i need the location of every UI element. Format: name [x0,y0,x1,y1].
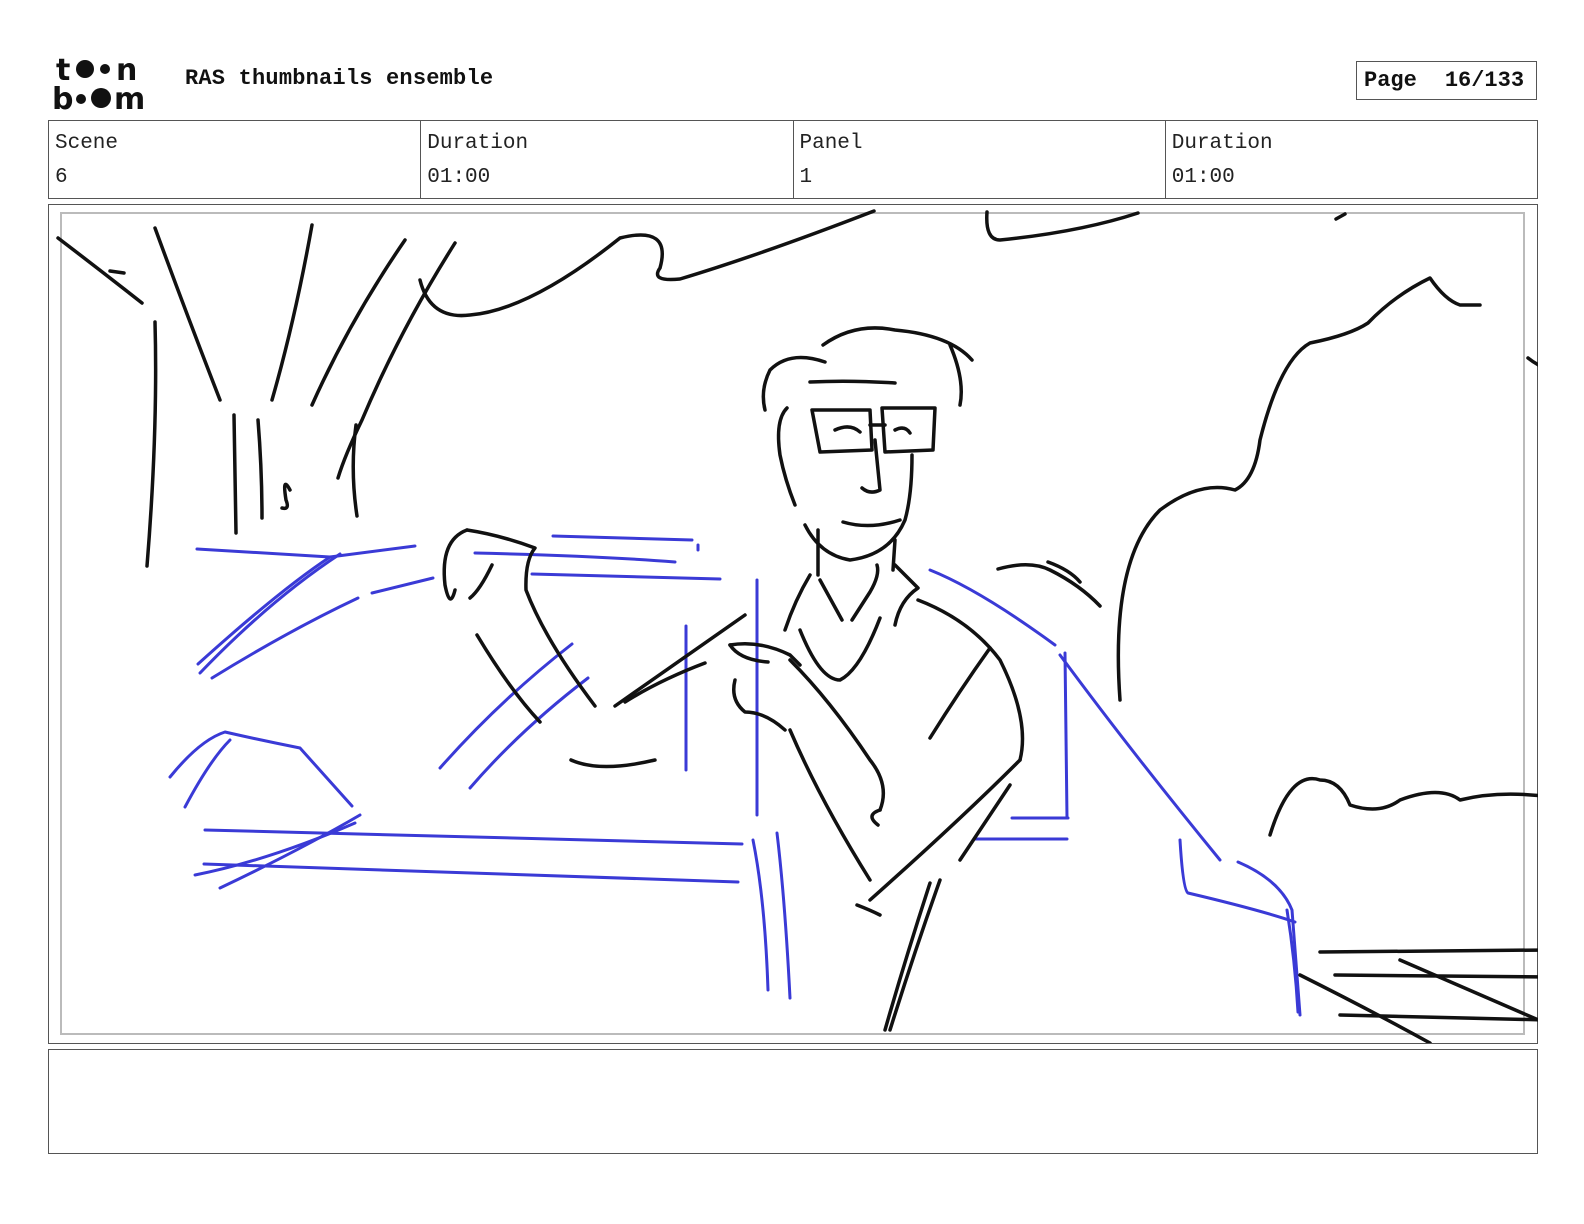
car-construction-lines [168,534,1302,1017]
panel-info-table: Scene 6 Duration 01:00 Panel 1 Duration … [48,120,1538,199]
storyboard-sketch [56,209,1538,1043]
panel-value: 1 [799,166,813,189]
background-ink [56,209,1538,837]
document-title: RAS thumbnails ensemble [185,66,494,91]
panel-duration-label: Duration [1171,132,1273,155]
panel-notes-box [48,1049,1538,1154]
panel-label: Panel [799,132,863,155]
svg-text:b: b [52,82,73,112]
scene-duration-value: 01:00 [427,166,491,189]
scene-cell: Scene 6 [49,121,422,198]
scene-duration-cell: Duration 01:00 [421,121,794,198]
toon-boom-logo: t n b m [52,53,145,112]
scene-label: Scene [55,132,119,155]
panel-cell: Panel 1 [794,121,1166,198]
page-indicator: Page 16/133 [1356,61,1537,100]
railing-ink [1298,948,1538,1043]
panel-duration-value: 01:00 [1171,166,1235,189]
svg-text:m: m [114,82,145,112]
scene-value: 6 [55,166,68,189]
page-label: Page [1364,68,1417,93]
panel-duration-cell: Duration 01:00 [1166,121,1537,198]
page-number: 16/133 [1444,68,1525,93]
scene-duration-label: Duration [427,132,529,155]
